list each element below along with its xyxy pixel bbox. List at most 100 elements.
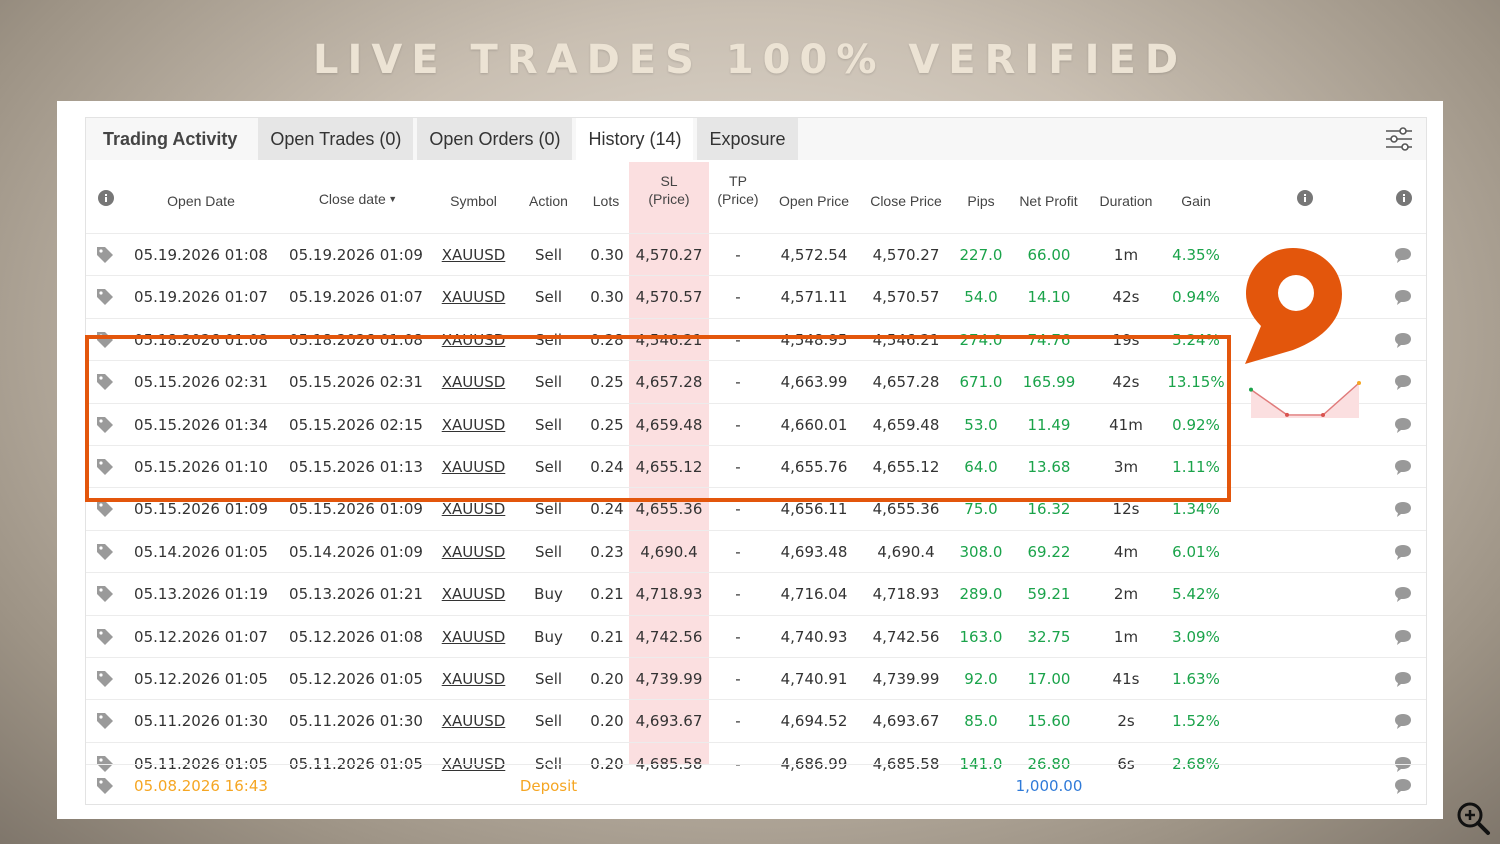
- symbol-link[interactable]: XAUUSD: [441, 616, 506, 658]
- close-price-cell: 4,657.28: [872, 373, 940, 392]
- sparkline-point: [1249, 387, 1253, 392]
- comment-icon[interactable]: [1394, 585, 1412, 603]
- symbol-link[interactable]: XAUUSD: [441, 488, 506, 530]
- tag-icon[interactable]: [96, 628, 114, 646]
- symbol-link[interactable]: XAUUSD: [441, 234, 506, 276]
- col-gain[interactable]: Gain: [1166, 192, 1226, 210]
- col-action[interactable]: Action: [521, 192, 576, 210]
- table-row[interactable]: 05.14.2026 01:05 05.14.2026 01:09 XAUUSD Se…: [86, 529, 1426, 573]
- open-price-cell: 4,716.04: [780, 585, 848, 604]
- symbol-link[interactable]: XAUUSD: [441, 446, 506, 488]
- lots-cell: 0.23: [590, 542, 624, 561]
- zoom-icon[interactable]: [1455, 800, 1491, 836]
- col-tp[interactable]: TP (Price): [709, 172, 767, 208]
- tag-icon[interactable]: [96, 585, 114, 603]
- table-row[interactable]: 05.12.2026 01:07 05.12.2026 01:08 XAUUSD Bu…: [86, 614, 1426, 658]
- info-icon[interactable]: [98, 190, 114, 206]
- tab-exposure[interactable]: Exposure: [697, 118, 798, 160]
- open-price-cell: 4,740.91: [780, 670, 848, 688]
- table-row[interactable]: 05.19.2026 01:08 05.19.2026 01:09 XAUUSD Se…: [86, 233, 1426, 275]
- tab-open-orders[interactable]: Open Orders (0): [417, 118, 573, 160]
- tag-icon[interactable]: [96, 246, 114, 264]
- tag-icon[interactable]: [96, 373, 114, 391]
- col-pips[interactable]: Pips: [956, 192, 1006, 210]
- symbol-link[interactable]: XAUUSD: [441, 361, 506, 403]
- duration-cell: 1m: [1113, 246, 1139, 264]
- pips-cell: 274.0: [959, 330, 1003, 349]
- table-row[interactable]: 05.15.2026 01:09 05.15.2026 01:09 XAUUSD Se…: [86, 487, 1426, 529]
- comment-icon[interactable]: [1394, 543, 1412, 561]
- col-duration[interactable]: Duration: [1091, 192, 1161, 210]
- comment-icon[interactable]: [1394, 500, 1412, 518]
- comment-icon[interactable]: [1394, 246, 1412, 264]
- pips-cell: 85.0: [964, 712, 998, 731]
- tag-icon[interactable]: [96, 416, 114, 434]
- lots-cell: 0.20: [590, 670, 624, 688]
- open-price-cell: 4,572.54: [780, 246, 848, 264]
- comment-icon[interactable]: [1394, 670, 1412, 688]
- comment-icon[interactable]: [1394, 458, 1412, 476]
- symbol-link[interactable]: XAUUSD: [441, 276, 506, 318]
- pips-cell: 163.0: [959, 627, 1003, 646]
- table-row[interactable]: 05.18.2026 01:08 05.18.2026 01:08 XAUUSD Se…: [86, 317, 1426, 361]
- table-row[interactable]: 05.15.2026 01:10 05.15.2026 01:13 XAUUSD Se…: [86, 445, 1426, 487]
- table-row[interactable]: 05.12.2026 01:05 05.12.2026 01:05 XAUUSD Se…: [86, 657, 1426, 699]
- tag-icon[interactable]: [96, 712, 114, 730]
- col-symbol[interactable]: Symbol: [441, 192, 506, 210]
- open-date-cell: 05.15.2026 02:31: [134, 373, 268, 392]
- table-row[interactable]: 05.19.2026 01:07 05.19.2026 01:07 XAUUSD Se…: [86, 275, 1426, 317]
- symbol-link[interactable]: XAUUSD: [441, 531, 506, 573]
- symbol-link[interactable]: XAUUSD: [441, 404, 506, 446]
- comment-icon[interactable]: [1394, 628, 1412, 646]
- close-price-cell: 4,570.27: [872, 246, 940, 264]
- table-row[interactable]: 05.11.2026 01:30 05.11.2026 01:30 XAUUSD Se…: [86, 699, 1426, 741]
- table-row[interactable]: 05.15.2026 01:34 05.15.2026 02:15 XAUUSD Se…: [86, 402, 1426, 446]
- table-row[interactable]: 05.13.2026 01:19 05.13.2026 01:21 XAUUSD Bu…: [86, 572, 1426, 614]
- tag-icon[interactable]: [96, 670, 114, 688]
- duration-cell: 12s: [1112, 500, 1140, 519]
- tab-trading-activity[interactable]: Trading Activity: [86, 118, 255, 160]
- filter-icon[interactable]: [1384, 126, 1414, 152]
- sparkline-point: [1285, 412, 1289, 417]
- sl-cell: 4,659.48: [635, 415, 703, 434]
- close-price-cell: 4,570.57: [872, 288, 940, 307]
- symbol-link[interactable]: XAUUSD: [441, 700, 506, 742]
- tag-icon[interactable]: [96, 543, 114, 561]
- open-date-cell: 05.19.2026 01:07: [134, 288, 268, 307]
- comment-icon[interactable]: [1394, 373, 1412, 391]
- comment-icon[interactable]: [1394, 712, 1412, 730]
- comment-icon[interactable]: [1394, 331, 1412, 349]
- sl-cell: 4,546.21: [635, 330, 703, 349]
- comment-icon[interactable]: [1394, 416, 1412, 434]
- col-net-profit[interactable]: Net Profit: [1011, 192, 1086, 210]
- col-close-date[interactable]: Close date ▼: [308, 190, 408, 208]
- col-open-date[interactable]: Open Date: [156, 192, 246, 210]
- tab-history[interactable]: History (14): [576, 118, 694, 160]
- tab-open-trades[interactable]: Open Trades (0): [258, 118, 414, 160]
- open-price-cell: 4,571.11: [780, 288, 848, 307]
- col-close-price[interactable]: Close Price: [866, 192, 946, 210]
- gain-sparkline: [1249, 381, 1361, 418]
- col-sl[interactable]: SL (Price): [629, 172, 709, 208]
- duration-cell: 4m: [1113, 542, 1139, 561]
- comment-icon[interactable]: [1394, 288, 1412, 306]
- table-row[interactable]: 05.15.2026 02:31 05.15.2026 02:31 XAUUSD Se…: [86, 360, 1426, 402]
- net-profit-cell: 15.60: [1027, 712, 1071, 731]
- info-icon[interactable]: [1297, 190, 1313, 206]
- close-price-cell: 4,693.67: [872, 712, 940, 731]
- symbol-link[interactable]: XAUUSD: [441, 658, 506, 700]
- info-icon[interactable]: [1396, 190, 1412, 206]
- lots-cell: 0.20: [590, 712, 624, 731]
- open-date-cell: 05.18.2026 01:08: [134, 330, 268, 349]
- close-date-cell: 05.15.2026 01:09: [289, 500, 423, 519]
- symbol-link[interactable]: XAUUSD: [441, 573, 506, 615]
- tag-icon[interactable]: [96, 288, 114, 306]
- col-open-price[interactable]: Open Price: [774, 192, 854, 210]
- symbol-link[interactable]: XAUUSD: [441, 319, 506, 361]
- comment-icon[interactable]: [1394, 777, 1412, 795]
- col-lots[interactable]: Lots: [586, 192, 626, 210]
- tag-icon[interactable]: [96, 458, 114, 476]
- tag-icon[interactable]: [96, 331, 114, 349]
- tag-icon[interactable]: [96, 500, 114, 518]
- deposit-row[interactable]: 05.08.2026 16:43 Deposit 1,000.00: [86, 764, 1426, 806]
